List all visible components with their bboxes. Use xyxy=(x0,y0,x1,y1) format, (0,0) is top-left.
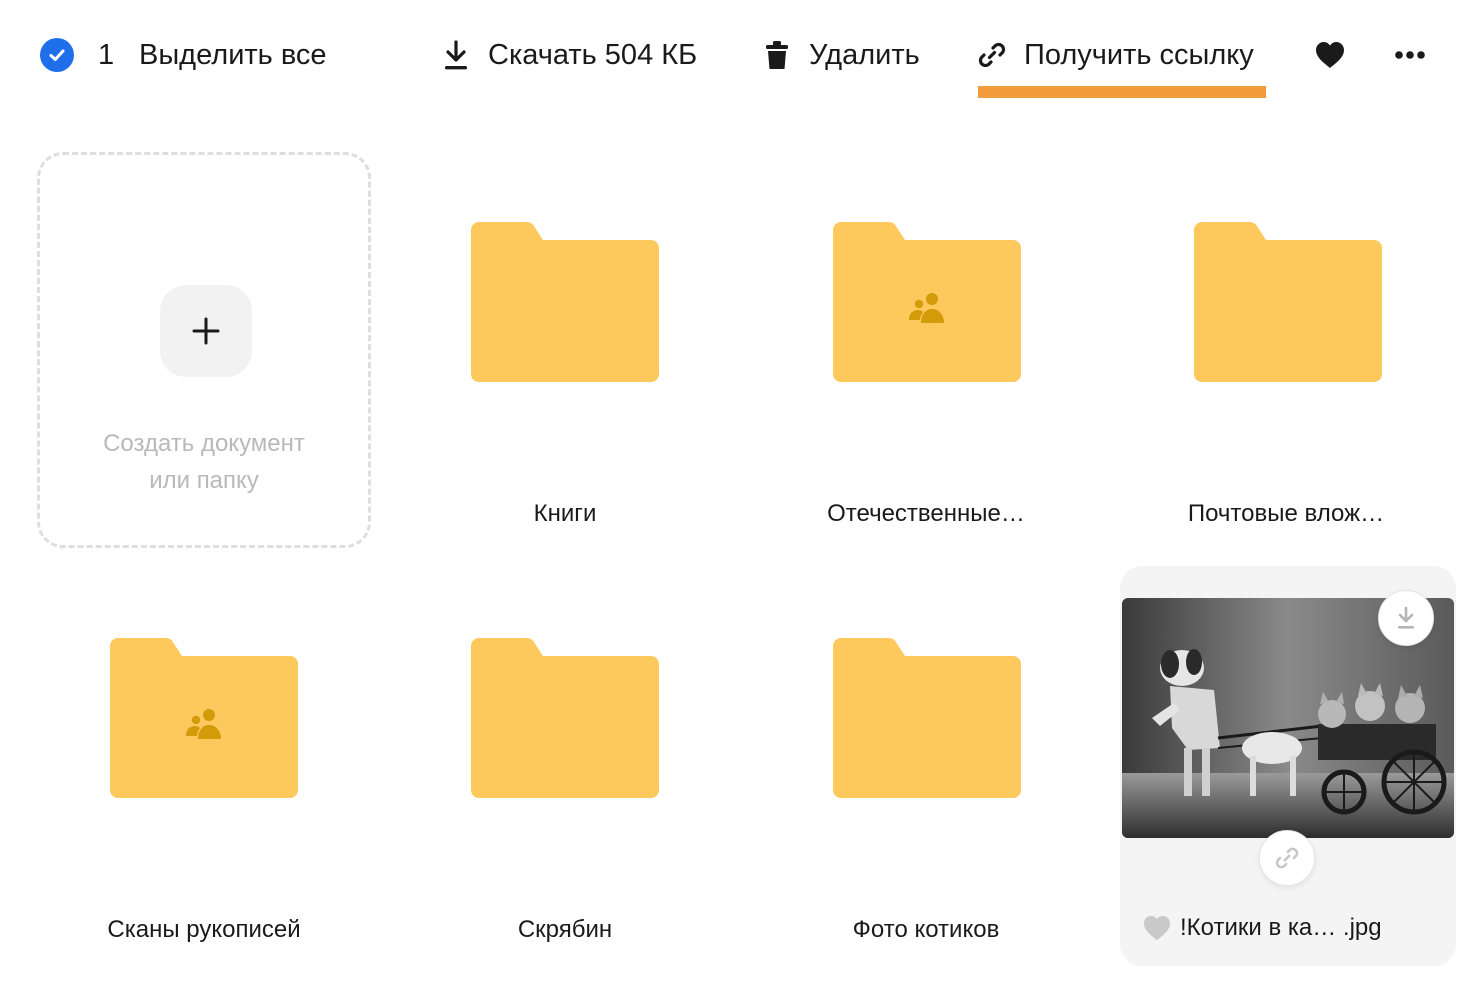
download-icon xyxy=(1398,606,1414,629)
create-label: Создать документ или папку xyxy=(40,425,368,499)
folder-name: Фото котиков xyxy=(852,916,1000,943)
hover-underline xyxy=(978,86,1266,98)
heart-icon xyxy=(1314,40,1346,70)
selection-toolbar: 1 Выделить все Скачать 504 КБ Удалить По… xyxy=(0,0,1476,110)
link-icon xyxy=(977,40,1007,70)
plus-icon xyxy=(160,285,252,377)
create-label-line2: или папку xyxy=(149,467,259,494)
trash-icon xyxy=(763,39,791,71)
link-icon xyxy=(1275,847,1299,869)
selected-count: 1 xyxy=(98,38,115,71)
select-all-button[interactable]: Выделить все xyxy=(139,30,327,80)
more-button[interactable] xyxy=(1394,30,1426,80)
delete-label: Удалить xyxy=(809,38,920,71)
create-label-line1: Создать документ xyxy=(103,430,305,457)
heart-icon[interactable] xyxy=(1142,914,1172,942)
folder-name: Книги xyxy=(533,500,597,527)
folder-name: Почтовые влож… xyxy=(1187,500,1385,527)
folder-name: Скрябин xyxy=(517,916,613,943)
check-circle-icon xyxy=(40,38,74,72)
file-item-selected[interactable]: !Котики в ка… .jpg xyxy=(1120,566,1456,966)
download-label: Скачать 504 КБ xyxy=(488,38,698,71)
selection-indicator[interactable]: 1 xyxy=(40,30,114,80)
folder-icon xyxy=(1194,222,1382,382)
folder-icon xyxy=(110,638,298,798)
select-all-label: Выделить все xyxy=(139,38,327,71)
folder-name: Сканы рукописей xyxy=(107,916,301,943)
file-name-row: !Котики в ка… .jpg xyxy=(1142,910,1382,946)
share-link-button[interactable] xyxy=(1259,830,1315,886)
get-link-label: Получить ссылку xyxy=(1024,38,1254,71)
download-file-button[interactable] xyxy=(1378,590,1434,646)
folder-icon xyxy=(471,222,659,382)
folder-icon xyxy=(833,222,1021,382)
delete-button[interactable]: Удалить xyxy=(763,30,920,80)
folder-icon xyxy=(833,638,1021,798)
file-name: !Котики в ка… .jpg xyxy=(1180,914,1382,941)
folder-icon xyxy=(471,638,659,798)
download-button[interactable]: Скачать 504 КБ xyxy=(442,30,697,80)
get-link-button[interactable]: Получить ссылку xyxy=(977,30,1254,80)
create-document-or-folder[interactable]: Создать документ или папку xyxy=(37,152,371,548)
favorite-button[interactable] xyxy=(1314,30,1346,80)
folder-name: Отечественные… xyxy=(827,500,1025,527)
download-icon xyxy=(442,39,470,71)
more-icon xyxy=(1394,50,1426,60)
